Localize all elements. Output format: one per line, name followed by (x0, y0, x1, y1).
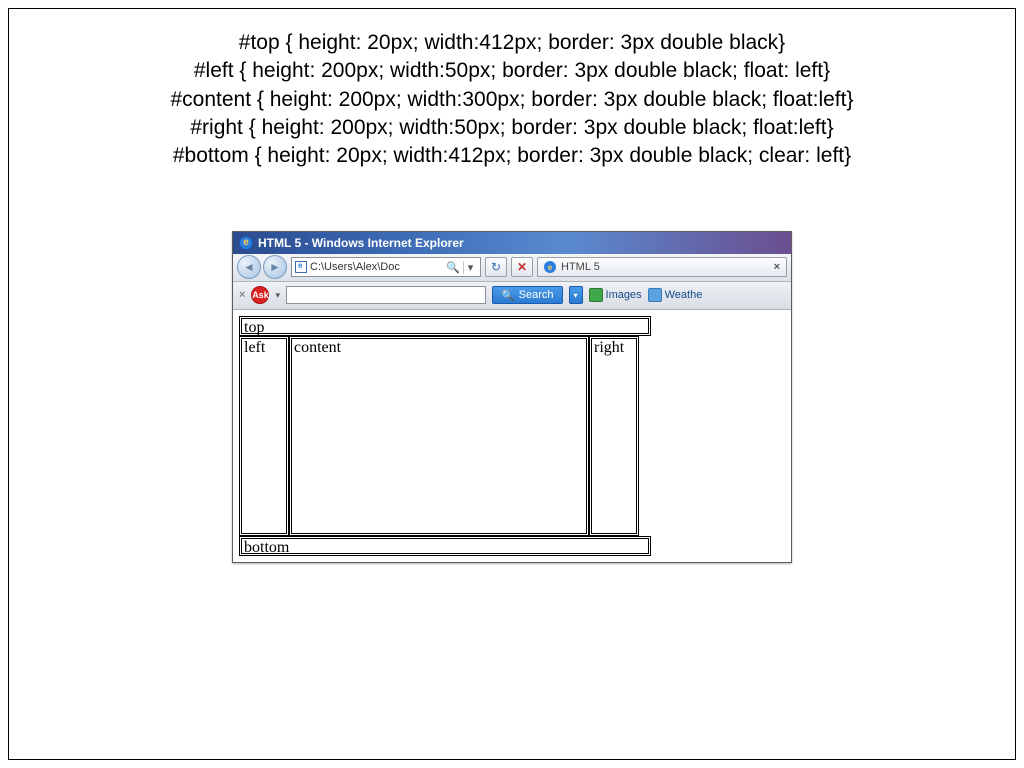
back-button[interactable]: ◄ (237, 255, 261, 279)
browser-navbar: ◄ ► C:\Users\Alex\Doc 🔍 ▾ ↻ ✕ e HTML 5 × (233, 254, 791, 282)
browser-window: e HTML 5 - Windows Internet Explorer ◄ ►… (232, 231, 792, 563)
toolbar-weather-button[interactable]: Weathe (648, 288, 703, 302)
search-button-label: Search (519, 289, 554, 301)
tab-close-button[interactable]: × (774, 261, 780, 273)
toolbar-weather-label: Weathe (665, 289, 703, 301)
address-dropdown-icon[interactable]: ▾ (463, 261, 477, 274)
layout-content: content (289, 336, 589, 536)
ie-icon: e (239, 236, 253, 250)
css-line: #bottom { height: 20px; width:412px; bor… (49, 142, 975, 170)
css-code-block: #top { height: 20px; width:412px; border… (49, 29, 975, 171)
refresh-button[interactable]: ↻ (485, 257, 507, 277)
toolbar-search-button[interactable]: 🔍 Search (492, 286, 563, 304)
css-line: #right { height: 200px; width:50px; bord… (49, 114, 975, 142)
toolbar-search-input[interactable] (286, 286, 486, 304)
window-titlebar: e HTML 5 - Windows Internet Explorer (233, 232, 791, 254)
magnifier-icon: 🔍 (501, 289, 515, 302)
ask-toolbar: × Ask ▾ 🔍 Search ▾ Images Weathe (233, 282, 791, 310)
toolbar-images-label: Images (606, 289, 642, 301)
page-viewport: top left content right bottom (233, 310, 791, 562)
css-line: #content { height: 200px; width:300px; b… (49, 86, 975, 114)
page-icon (295, 261, 307, 273)
toolbar-images-button[interactable]: Images (589, 288, 642, 302)
layout-right: right (589, 336, 639, 536)
window-title: HTML 5 - Windows Internet Explorer (258, 236, 464, 250)
tab-favicon-icon: e (544, 261, 556, 273)
images-icon (589, 288, 603, 302)
ask-dropdown-icon[interactable]: ▾ (275, 290, 280, 301)
weather-icon (648, 288, 662, 302)
slide-frame: #top { height: 20px; width:412px; border… (8, 8, 1016, 760)
address-bar[interactable]: C:\Users\Alex\Doc 🔍 ▾ (291, 257, 481, 277)
browser-tab[interactable]: e HTML 5 × (537, 257, 787, 277)
layout-left: left (239, 336, 289, 536)
tab-label: HTML 5 (561, 261, 600, 273)
layout-top: top (239, 316, 651, 336)
css-line: #top { height: 20px; width:412px; border… (49, 29, 975, 57)
search-dropdown-button[interactable]: ▾ (569, 286, 583, 304)
ask-logo-icon: Ask (251, 286, 269, 304)
search-glyph-icon: 🔍 (446, 261, 460, 274)
forward-button[interactable]: ► (263, 255, 287, 279)
stop-button[interactable]: ✕ (511, 257, 533, 277)
css-line: #left { height: 200px; width:50px; borde… (49, 57, 975, 85)
layout-bottom: bottom (239, 536, 651, 556)
toolbar-close-button[interactable]: × (239, 289, 245, 301)
address-text: C:\Users\Alex\Doc (310, 261, 443, 273)
